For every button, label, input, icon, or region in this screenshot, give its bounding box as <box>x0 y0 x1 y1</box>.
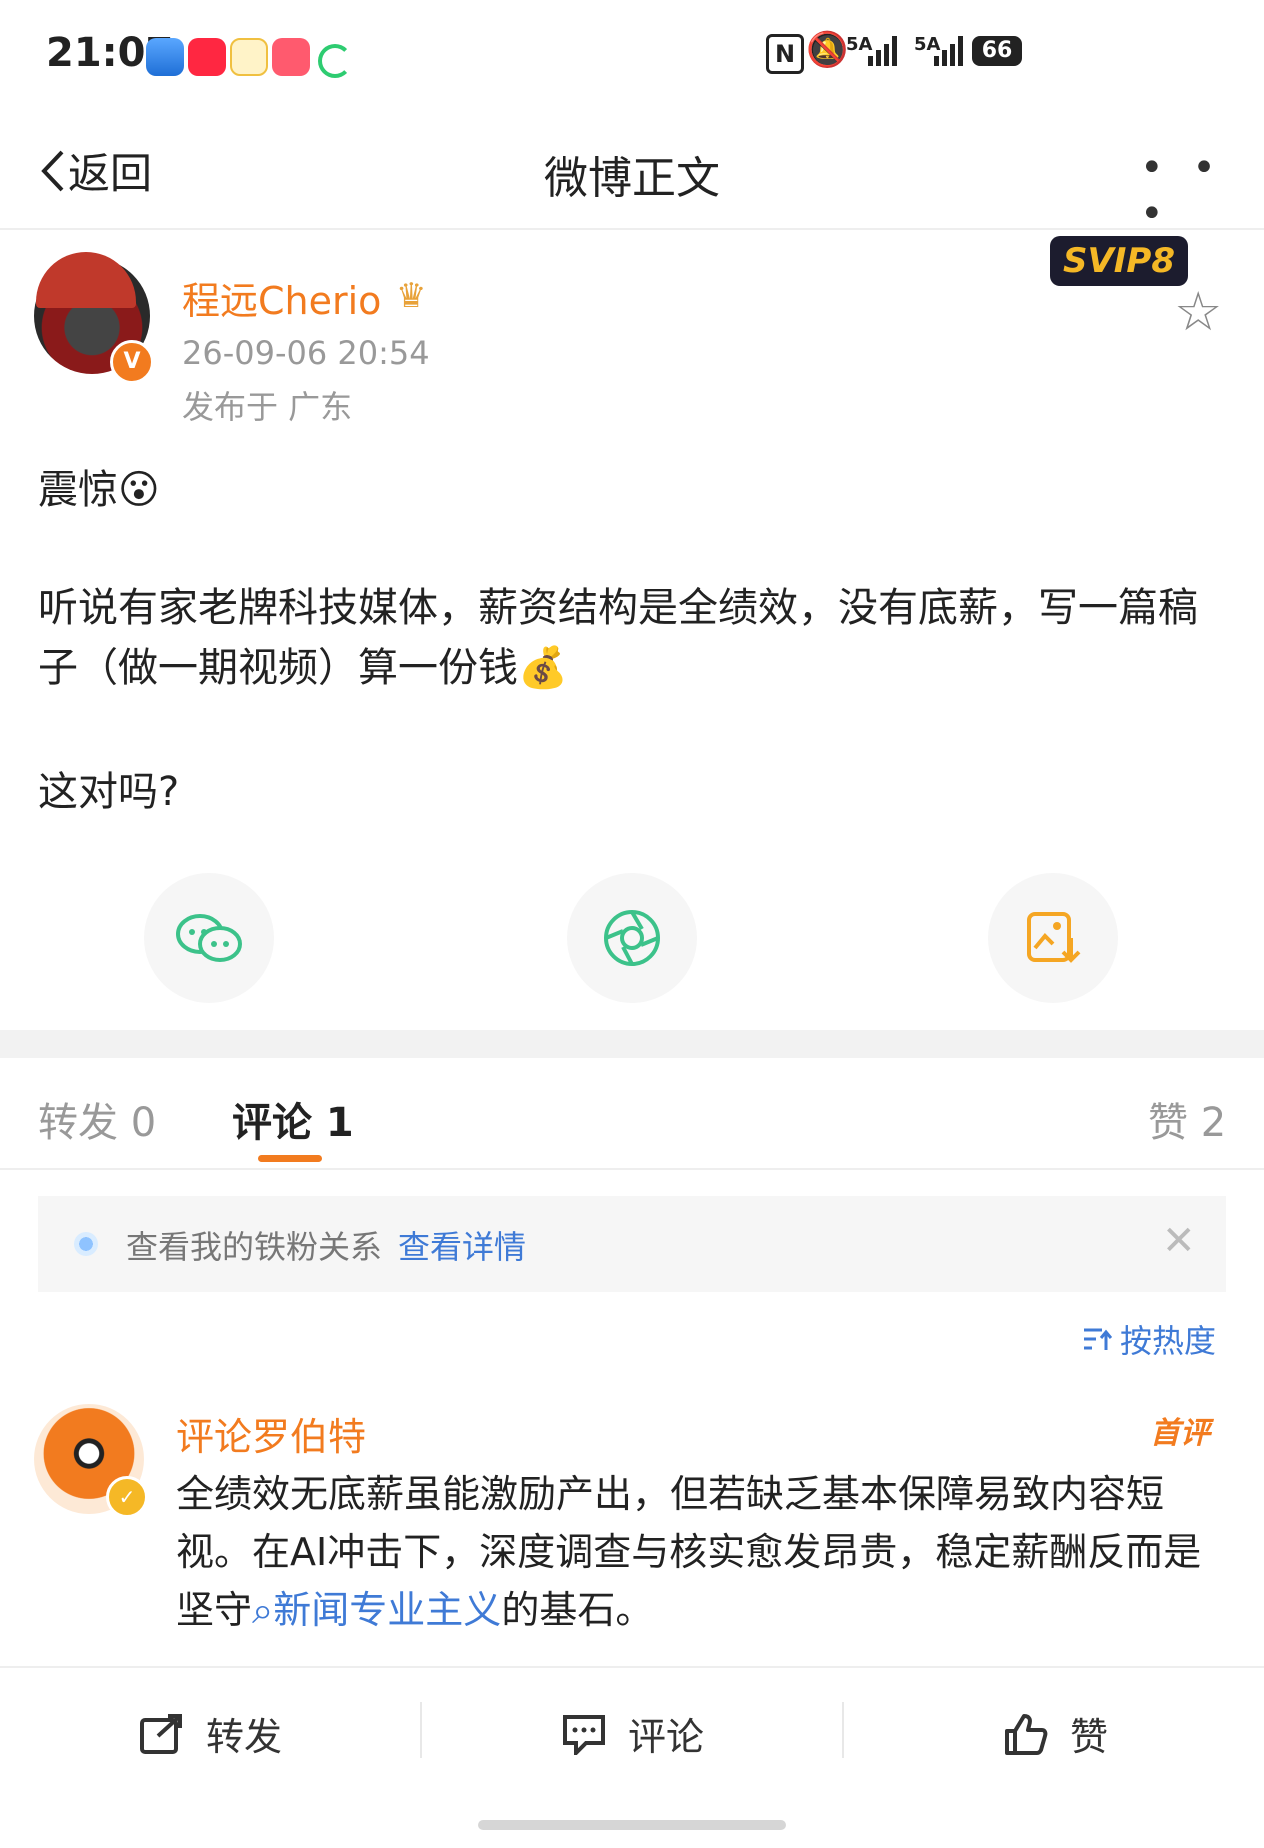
tabs-divider <box>0 1168 1264 1170</box>
save-image-icon <box>1027 912 1081 963</box>
commenter-name[interactable]: 评论罗伯特 <box>176 1406 366 1461</box>
section-divider <box>0 1030 1264 1058</box>
comment-text: 全绩效无底薪虽能激励产出，但若缺乏基本保障易致内容短视。在AI冲击下，深度调查与… <box>176 1465 1216 1639</box>
fans-banner-text: 查看我的铁粉关系 <box>126 1228 383 1266</box>
sort-button[interactable]: 按热度 <box>1082 1316 1216 1362</box>
save-image-button[interactable] <box>988 873 1118 1003</box>
wechat-icon <box>176 914 242 962</box>
verified-badge: V <box>110 340 154 384</box>
search-icon: ⌕ <box>252 1588 274 1632</box>
home-indicator <box>478 1820 786 1830</box>
svip-badge[interactable]: SVIP8 <box>1050 236 1188 286</box>
status-bar: 21:07 N 🔕 5A 5A 66 <box>0 0 1264 110</box>
post-date: 26-09-06 20:54 <box>182 334 430 372</box>
comment-text-end: 的基石。 <box>501 1588 654 1632</box>
christmas-hat-icon <box>36 252 136 308</box>
xiaohongshu-app-icon <box>188 38 226 76</box>
post-location: 发布于 广东 <box>182 388 353 426</box>
post-text-body: 听说有家老牌科技媒体，薪资结构是全绩效，没有底薪，写一篇稿子（做一期视频）算一份… <box>38 585 1198 691</box>
signal-icon-2 <box>934 36 963 66</box>
verified-badge-icon: ✓ <box>106 1476 148 1518</box>
author-name[interactable]: 程远Cherio <box>182 270 381 325</box>
comment-button[interactable]: 评论 <box>562 1706 704 1761</box>
weibo-app-icon <box>230 38 268 76</box>
nfc-icon: N <box>766 34 804 74</box>
moments-icon <box>604 910 660 966</box>
mute-icon: 🔕 <box>806 30 849 70</box>
thumbs-up-icon <box>1005 1713 1048 1755</box>
repost-label: 转发 <box>206 1715 283 1759</box>
topic-link-label: 新闻专业主义 <box>273 1588 502 1632</box>
comment-label: 评论 <box>628 1715 705 1759</box>
fans-icon <box>74 1232 98 1256</box>
repost-button[interactable]: 转发 <box>140 1706 282 1761</box>
sort-icon <box>1084 1328 1112 1350</box>
post-text-headline: 震惊😮 <box>38 467 160 513</box>
bottom-separator <box>420 1702 422 1758</box>
like-button[interactable]: 赞 <box>1004 1706 1108 1761</box>
sort-label: 按热度 <box>1120 1322 1217 1360</box>
reader-app-icon <box>272 38 310 76</box>
post-text-question: 这对吗? <box>38 769 180 815</box>
fans-detail-link[interactable]: 查看详情 <box>398 1222 526 1268</box>
tab-comment[interactable]: 评论 1 <box>232 1090 354 1148</box>
first-comment-tag: 首评 <box>1150 1416 1210 1451</box>
repost-icon <box>140 1713 182 1754</box>
tab-like[interactable]: 赞 2 <box>1148 1090 1226 1148</box>
battery-icon: 66 <box>972 36 1022 66</box>
crown-icon: ♛ <box>396 276 427 316</box>
star-icon[interactable]: ☆ <box>1174 280 1222 343</box>
share-moments-button[interactable] <box>567 873 697 1003</box>
page-title: 微博正文 <box>544 153 720 204</box>
comment-icon <box>563 1714 605 1755</box>
more-options-icon[interactable]: • • • <box>1140 145 1264 237</box>
like-label: 赞 <box>1070 1715 1109 1759</box>
topic-link[interactable]: ⌕新闻专业主义 <box>252 1588 501 1632</box>
share-wechat-button[interactable] <box>144 873 274 1003</box>
sync-icon <box>318 44 352 78</box>
weather-app-icon <box>146 38 184 76</box>
signal-icon <box>868 36 897 66</box>
active-tab-indicator <box>258 1155 322 1162</box>
tab-repost[interactable]: 转发 0 <box>38 1090 156 1148</box>
bottom-separator <box>842 1702 844 1758</box>
close-icon[interactable]: ✕ <box>1162 1218 1196 1264</box>
